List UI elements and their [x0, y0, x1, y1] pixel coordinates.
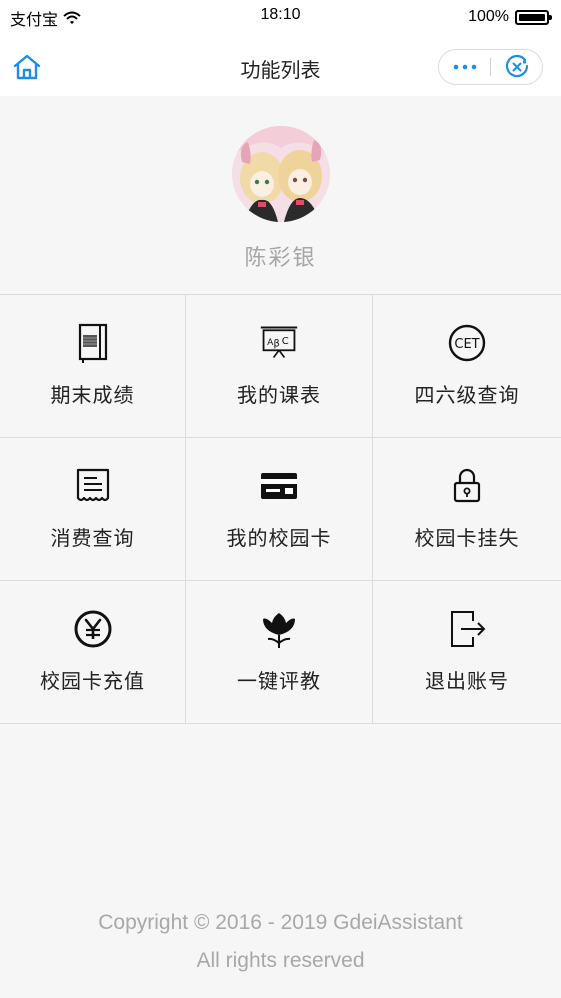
footer: Copyright © 2016 - 2019 GdeiAssistant Al…	[0, 904, 561, 980]
tulip-icon	[259, 609, 299, 649]
svg-text:CET: CET	[454, 337, 479, 352]
cet-icon: CET	[447, 323, 487, 363]
menu-item-card-recharge[interactable]: 校园卡充值	[0, 581, 186, 724]
function-grid: 期末成绩 A β C 我的课表 CET 四六级查询 消费查询 我的校园卡 校园卡…	[0, 294, 561, 724]
menu-item-logout[interactable]: 退出账号	[373, 581, 561, 724]
menu-item-one-click-evaluation[interactable]: 一键评教	[186, 581, 373, 724]
battery-percent: 100%	[468, 8, 509, 25]
avatar[interactable]	[232, 126, 330, 222]
card-icon	[259, 466, 299, 506]
menu-item-label: 我的课表	[237, 383, 321, 407]
more-button[interactable]	[439, 50, 490, 84]
menu-item-label: 校园卡充值	[40, 669, 145, 693]
lock-icon	[447, 466, 487, 506]
blackboard-icon: A β C	[259, 323, 299, 363]
close-circle-icon	[505, 54, 528, 78]
close-button[interactable]	[491, 50, 542, 84]
yen-icon	[73, 609, 113, 649]
menu-item-my-campus-card[interactable]: 我的校园卡	[186, 438, 373, 581]
receipt-icon	[73, 466, 113, 506]
svg-text:β: β	[274, 339, 280, 350]
nav-bar: 功能列表	[0, 34, 561, 96]
status-bar: 支付宝 18:10 100%	[0, 0, 561, 34]
menu-item-card-loss-report[interactable]: 校园卡挂失	[373, 438, 561, 581]
copyright-text: Copyright © 2016 - 2019 GdeiAssistant	[98, 911, 463, 934]
menu-item-cet-query[interactable]: CET 四六级查询	[373, 295, 561, 438]
menu-item-label: 校园卡挂失	[414, 526, 520, 550]
more-dots-icon	[453, 64, 476, 70]
battery-status: 100%	[468, 8, 552, 26]
menu-item-label: 期末成绩	[50, 383, 135, 407]
rights-text: All rights reserved	[196, 949, 365, 972]
notebook-icon	[73, 323, 113, 363]
user-name: 陈彩银	[244, 246, 317, 271]
svg-text:C: C	[282, 336, 289, 347]
menu-item-label: 我的校园卡	[226, 526, 332, 550]
menu-item-label: 四六级查询	[414, 383, 520, 407]
logout-icon	[447, 609, 487, 649]
menu-item-consumption-query[interactable]: 消费查询	[0, 438, 186, 581]
profile-section: 陈彩银	[0, 96, 561, 294]
menu-item-final-grades[interactable]: 期末成绩	[0, 295, 186, 438]
avatar-illustration	[232, 126, 330, 222]
battery-icon	[515, 9, 552, 25]
home-icon[interactable]	[12, 53, 42, 81]
menu-item-my-schedule[interactable]: A β C 我的课表	[186, 295, 373, 438]
menu-item-label: 消费查询	[50, 526, 135, 550]
menu-item-label: 一键评教	[237, 669, 321, 693]
mini-program-capsule	[438, 49, 543, 85]
menu-item-label: 退出账号	[425, 669, 509, 693]
